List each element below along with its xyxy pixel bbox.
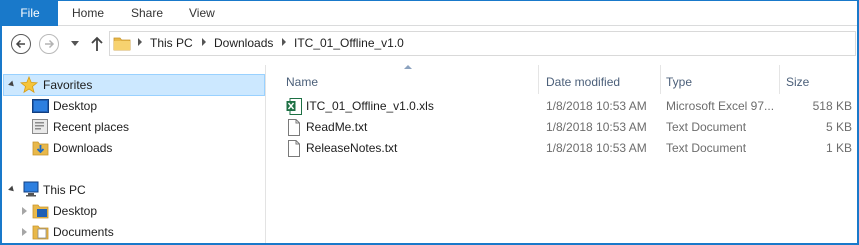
column-header-date[interactable]: Date modified (546, 71, 620, 93)
file-row[interactable]: ReadMe.txt 1/8/2018 10:53 AM Text Docume… (267, 117, 857, 138)
tree-item-favorites-label: Favorites (43, 78, 93, 92)
file-date: 1/8/2018 10:53 AM (546, 120, 647, 134)
breadcrumb-separator-icon (138, 38, 142, 46)
column-divider[interactable] (660, 65, 661, 94)
collapse-chevron-icon[interactable] (8, 185, 16, 194)
desktop-icon (32, 99, 49, 113)
file-row[interactable]: ReleaseNotes.txt 1/8/2018 10:53 AM Text … (267, 138, 857, 159)
folder-icon (113, 37, 131, 51)
tab-share[interactable]: Share (131, 1, 163, 26)
back-arrow-icon (15, 39, 25, 49)
file-name: ReadMe.txt (306, 120, 368, 134)
back-button[interactable] (11, 34, 31, 54)
up-arrow-icon[interactable] (89, 35, 105, 53)
breadcrumb-this-pc[interactable]: This PC (150, 32, 193, 55)
text-file-icon (288, 119, 300, 136)
explorer-window: File Home Share View This PC Downloads I… (0, 0, 859, 245)
file-row[interactable]: ITC_01_Offline_v1.0.xls 1/8/2018 10:53 A… (267, 96, 857, 117)
column-divider[interactable] (538, 65, 539, 94)
file-date: 1/8/2018 10:53 AM (546, 99, 647, 113)
file-type: Microsoft Excel 97... (666, 99, 775, 113)
expand-chevron-icon[interactable] (22, 207, 27, 215)
breadcrumb-separator-icon (202, 38, 206, 46)
tab-file[interactable]: File (2, 1, 58, 26)
breadcrumb-separator-icon (282, 38, 286, 46)
tab-home[interactable]: Home (72, 1, 104, 26)
file-name: ITC_01_Offline_v1.0.xls (306, 99, 434, 113)
breadcrumb-downloads[interactable]: Downloads (214, 32, 273, 55)
excel-file-icon (286, 98, 302, 115)
file-date: 1/8/2018 10:53 AM (546, 141, 647, 155)
navigation-pane: Favorites Desktop Recent places Download… (2, 65, 266, 243)
tree-item-pc-desktop[interactable]: Desktop (53, 201, 97, 221)
tree-item-documents[interactable]: Documents (53, 222, 114, 242)
file-list: Name Date modified Type Size ITC_01_Offl… (267, 65, 857, 243)
file-name: ReleaseNotes.txt (306, 141, 398, 155)
file-size: 5 KB (825, 120, 852, 134)
navigation-bar: This PC Downloads ITC_01_Offline_v1.0 (2, 26, 857, 62)
tree-item-downloads[interactable]: Downloads (53, 138, 112, 158)
tree-item-recent-places[interactable]: Recent places (53, 117, 129, 137)
file-size: 518 KB (812, 99, 852, 113)
forward-button[interactable] (39, 34, 59, 54)
expand-chevron-icon[interactable] (22, 228, 27, 236)
tree-item-this-pc[interactable]: This PC (43, 180, 86, 200)
desktop-folder-icon (32, 204, 49, 219)
tab-view[interactable]: View (189, 1, 215, 26)
file-type: Text Document (666, 120, 747, 134)
this-pc-icon (23, 181, 39, 197)
documents-folder-icon (32, 225, 49, 240)
column-header-size[interactable]: Size (786, 71, 809, 93)
column-divider[interactable] (779, 65, 780, 94)
recent-locations-chevron-down-icon[interactable] (71, 41, 79, 46)
star-icon (20, 76, 38, 94)
file-size: 1 KB (825, 141, 852, 155)
sort-ascending-icon (404, 65, 412, 69)
forward-arrow-icon (45, 39, 55, 49)
column-header-type[interactable]: Type (666, 71, 692, 93)
tree-item-desktop[interactable]: Desktop (53, 96, 97, 116)
text-file-icon (288, 140, 300, 157)
breadcrumb-current-folder[interactable]: ITC_01_Offline_v1.0 (294, 32, 404, 55)
ribbon-tabs: File Home Share View (2, 1, 857, 26)
address-bar[interactable]: This PC Downloads ITC_01_Offline_v1.0 (109, 31, 856, 56)
file-type: Text Document (666, 141, 747, 155)
recent-places-icon (32, 119, 48, 134)
column-header-name[interactable]: Name (286, 71, 318, 93)
downloads-folder-icon (32, 141, 49, 156)
